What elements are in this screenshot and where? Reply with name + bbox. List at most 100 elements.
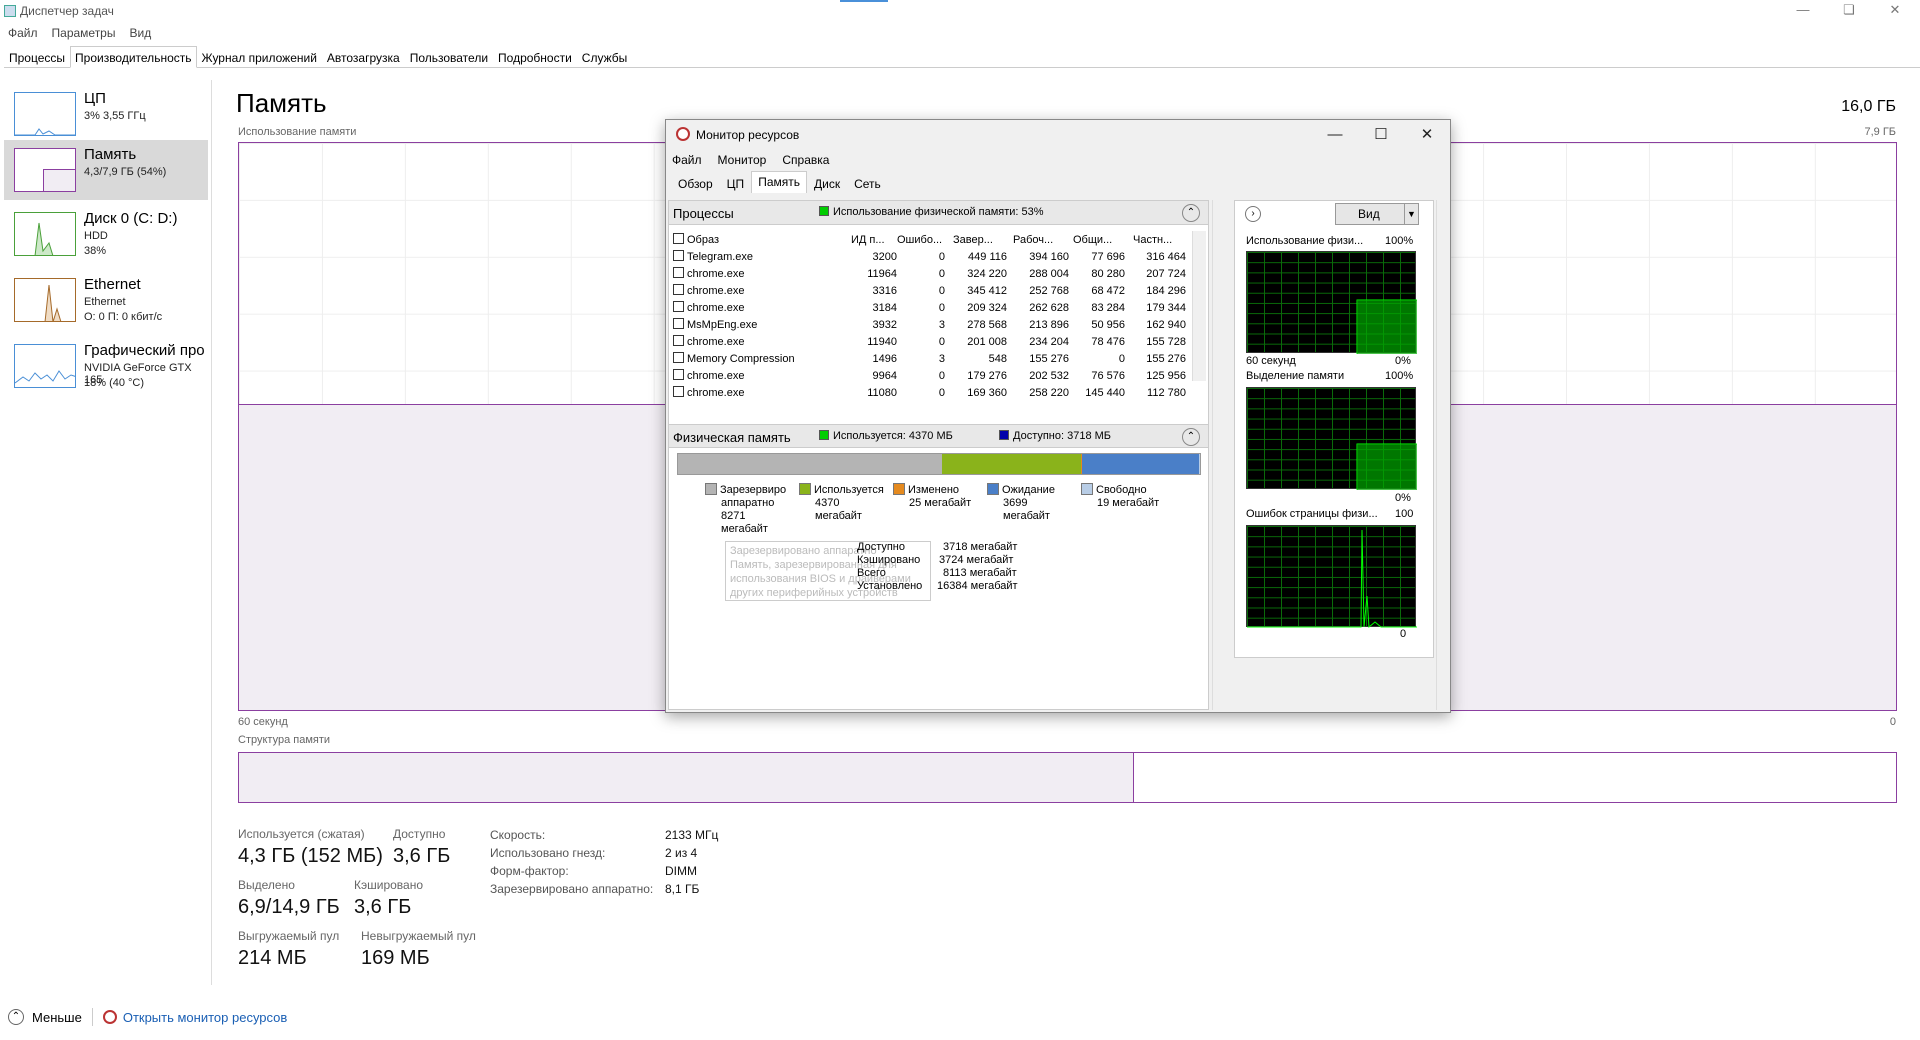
rm-menu-help[interactable]: Справка xyxy=(782,153,829,167)
rm-right-scrollbar[interactable] xyxy=(1436,200,1450,710)
open-resource-monitor-link[interactable]: Открыть монитор ресурсов xyxy=(123,1010,287,1025)
close-button[interactable]: ✕ xyxy=(1872,0,1918,22)
rm-menu-file[interactable]: Файл xyxy=(672,153,702,167)
row-checkbox[interactable] xyxy=(669,351,687,366)
collapse-icon[interactable]: ⌃ xyxy=(1182,428,1200,446)
processes-section-header[interactable]: Процессы Использование физической памяти… xyxy=(669,201,1208,225)
summary-label: Установлено xyxy=(857,580,923,592)
gpu-thumbnail xyxy=(14,344,76,388)
legend-line: аппаратно xyxy=(721,497,775,509)
table-cell: 324 220 xyxy=(967,267,1007,280)
menu-view[interactable]: Вид xyxy=(129,24,151,44)
spec-label: Использовано гнезд: xyxy=(490,846,606,860)
table-cell: 11964 xyxy=(867,267,897,280)
menu-options[interactable]: Параметры xyxy=(52,24,116,44)
legend-reserved: Зарезервиро аппаратно 8271 мегабайт xyxy=(705,483,786,536)
row-checkbox[interactable] xyxy=(669,317,687,332)
table-cell: 201 008 xyxy=(967,335,1007,348)
row-checkbox[interactable] xyxy=(669,385,687,400)
resource-monitor-icon xyxy=(676,127,690,141)
legend-label: Ожидание xyxy=(1002,484,1055,496)
table-header: Образ ИД п... Ошибо... Завер... Рабоч...… xyxy=(669,231,1194,248)
column-header[interactable]: Частн... xyxy=(1125,234,1186,246)
table-cell: 68 472 xyxy=(1091,284,1125,297)
physical-memory-section-header[interactable]: Физическая память Используется: 4370 МБ … xyxy=(669,424,1208,448)
rm-minimize-button[interactable]: — xyxy=(1312,122,1358,150)
sidebar-item-ethernet[interactable]: Ethernet Ethernet О: 0 П: 0 кбит/с xyxy=(4,270,208,330)
stat-value: 3,6 ГБ xyxy=(393,845,451,867)
chevron-up-icon[interactable]: ⌃ xyxy=(8,1009,24,1025)
table-cell: 77 696 xyxy=(1091,250,1125,263)
table-cell: 9964 xyxy=(872,369,897,382)
view-dropdown-label: Вид xyxy=(1358,207,1380,221)
tab-users[interactable]: Пользователи xyxy=(405,46,493,68)
sidebar-item-detail: HDD xyxy=(84,230,108,242)
view-dropdown[interactable]: Вид ▼ xyxy=(1335,203,1419,225)
table-row[interactable]: chrome.exe 11964 0 324 220 288 004 80 280 207 … xyxy=(669,265,1194,282)
menu-file[interactable]: Файл xyxy=(8,24,38,44)
tab-services[interactable]: Службы xyxy=(577,46,632,68)
table-row[interactable]: Memory Compression 1496 3 548 155 276 0 155 27… xyxy=(669,350,1194,367)
tab-details[interactable]: Подробности xyxy=(493,46,577,68)
table-cell: chrome.exe xyxy=(687,301,745,314)
fewer-details-link[interactable]: Меньше xyxy=(32,1010,82,1025)
table-row[interactable]: MsMpEng.exe 3932 3 278 568 213 896 50 956 162 … xyxy=(669,316,1194,333)
row-checkbox[interactable] xyxy=(669,249,687,264)
rm-maximize-button[interactable]: ☐ xyxy=(1358,122,1404,150)
column-header[interactable]: Рабоч... xyxy=(1007,234,1069,246)
row-checkbox[interactable] xyxy=(669,283,687,298)
rm-left-scrollbar[interactable] xyxy=(1212,200,1226,710)
rm-menu-monitor[interactable]: Монитор xyxy=(718,153,767,167)
physical-memory-bar xyxy=(677,453,1201,475)
title-bar xyxy=(0,0,1920,24)
sidebar-item-disk[interactable]: Диск 0 (C: D:) HDD 38% xyxy=(4,204,208,264)
minimize-button[interactable]: — xyxy=(1780,0,1826,22)
graph-title: Ошибок страницы физи... xyxy=(1246,508,1378,520)
table-cell: MsMpEng.exe xyxy=(687,318,758,331)
rm-tab-cpu[interactable]: ЦП xyxy=(720,173,752,193)
legend-free: Свободно 19 мегабайт xyxy=(1081,483,1159,510)
spec-value: 2 из 4 xyxy=(665,846,698,860)
row-checkbox[interactable] xyxy=(669,334,687,349)
table-row[interactable]: Telegram.exe 3200 0 449 116 394 160 77 696 316… xyxy=(669,248,1194,265)
restore-button[interactable]: ❏ xyxy=(1826,0,1872,22)
tab-startup[interactable]: Автозагрузка xyxy=(322,46,405,68)
column-header[interactable]: Образ xyxy=(687,234,851,246)
tab-processes[interactable]: Процессы xyxy=(4,46,70,68)
rm-tab-memory[interactable]: Память xyxy=(751,171,807,193)
table-row[interactable]: chrome.exe 11080 0 169 360 258 220 145 440 112… xyxy=(669,384,1194,401)
legend-in-use: Используется 4370 мегабайт xyxy=(799,483,884,523)
column-header[interactable]: Завер... xyxy=(945,234,1007,246)
sidebar-item-cpu[interactable]: ЦП 3% 3,55 ГГц xyxy=(4,84,208,144)
column-header[interactable]: Ошибо... xyxy=(897,234,945,246)
rm-tab-disk[interactable]: Диск xyxy=(807,173,847,193)
sidebar-item-gpu[interactable]: Графический про NVIDIA GeForce GTX 165 1… xyxy=(4,336,208,396)
stat-label: Выгружаемый пул xyxy=(238,929,340,943)
tab-app-history[interactable]: Журнал приложений xyxy=(197,46,322,68)
table-row[interactable]: chrome.exe 3316 0 345 412 252 768 68 472 184 2… xyxy=(669,282,1194,299)
row-checkbox[interactable] xyxy=(669,300,687,315)
column-header[interactable]: Общи... xyxy=(1069,234,1125,246)
collapse-icon[interactable]: ⌃ xyxy=(1182,204,1200,222)
table-row[interactable]: chrome.exe 3184 0 209 324 262 628 83 284 179 3… xyxy=(669,299,1194,316)
row-checkbox[interactable] xyxy=(669,266,687,281)
rm-close-button[interactable]: ✕ xyxy=(1404,122,1450,150)
spec-value: 8,1 ГБ xyxy=(665,882,700,896)
table-cell: 345 412 xyxy=(967,284,1007,297)
rm-tab-network[interactable]: Сеть xyxy=(847,173,888,193)
table-row[interactable]: chrome.exe 9964 0 179 276 202 532 76 576 125 9… xyxy=(669,367,1194,384)
processes-scrollbar[interactable] xyxy=(1192,231,1206,381)
tab-performance[interactable]: Производительность xyxy=(70,46,197,68)
table-cell: 209 324 xyxy=(967,301,1007,314)
resource-monitor-window[interactable]: Монитор ресурсов — ☐ ✕ Файл Монитор Спра… xyxy=(665,119,1451,713)
sidebar-item-memory[interactable]: Память 4,3/7,9 ГБ (54%) xyxy=(4,140,208,200)
rm-tab-overview[interactable]: Обзор xyxy=(671,173,720,193)
column-header[interactable]: ИД п... xyxy=(851,234,897,246)
graph-max: 100 xyxy=(1395,508,1414,520)
row-checkbox[interactable] xyxy=(669,368,687,383)
table-row[interactable]: chrome.exe 11940 0 201 008 234 204 78 476 155 … xyxy=(669,333,1194,350)
chevron-right-icon[interactable]: › xyxy=(1245,206,1261,222)
table-cell: 162 940 xyxy=(1146,318,1186,331)
select-all-checkbox[interactable] xyxy=(669,232,687,247)
stat-label: Используется (сжатая) xyxy=(238,827,365,841)
